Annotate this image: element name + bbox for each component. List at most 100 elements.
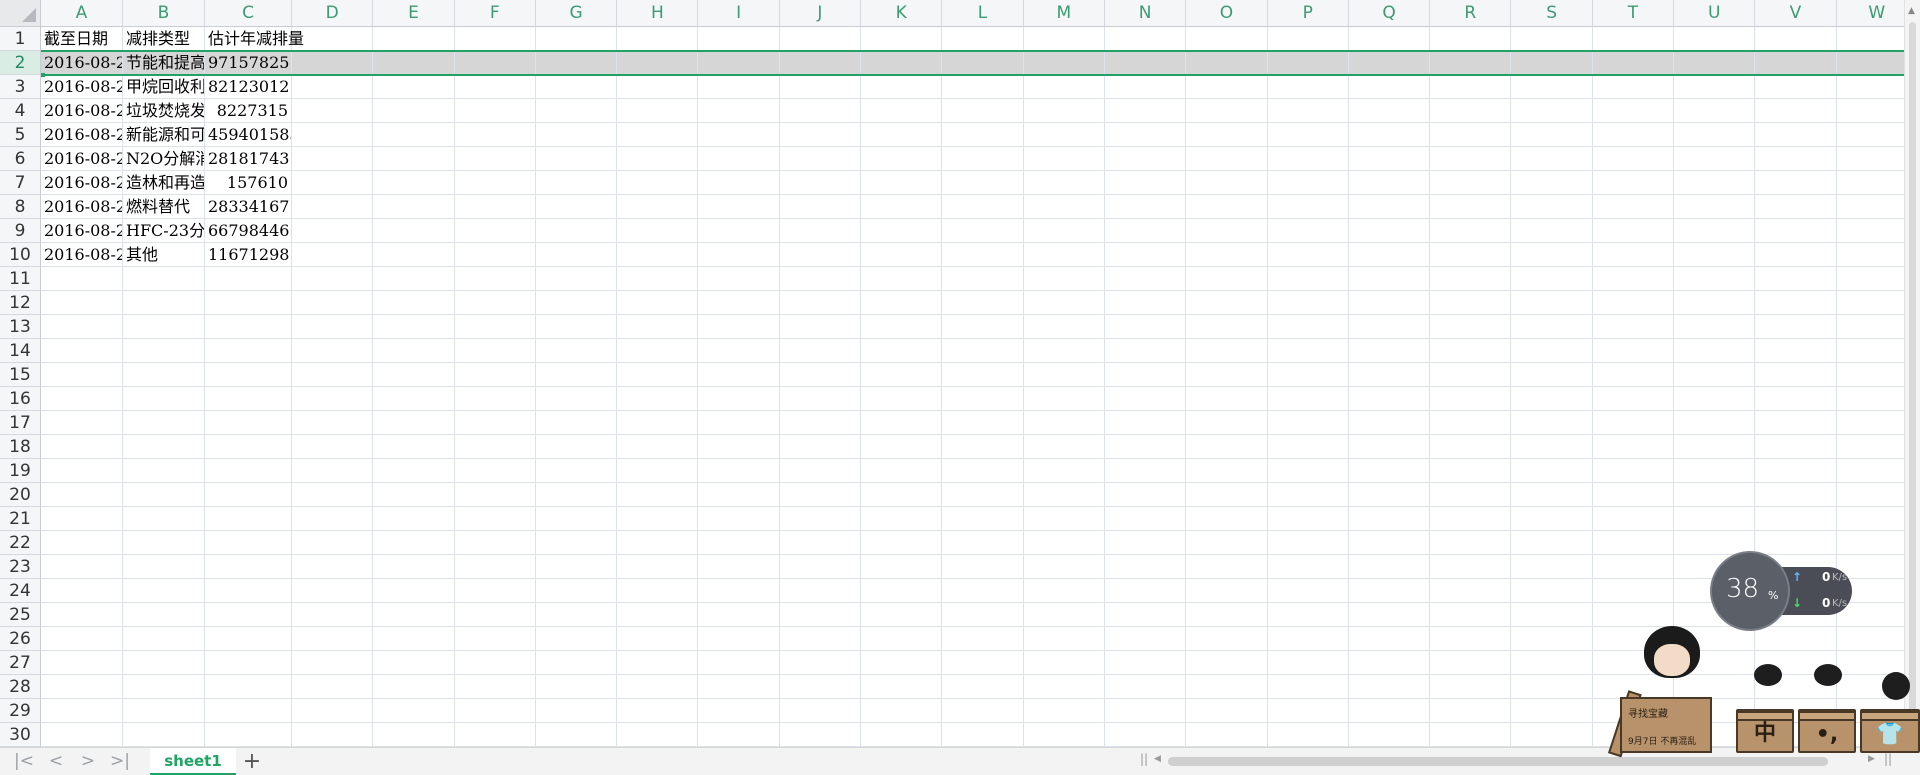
cell-s22[interactable] xyxy=(1511,531,1593,555)
split-handle-right-icon[interactable]: || xyxy=(1884,752,1892,766)
cell-k26[interactable] xyxy=(861,627,943,651)
cell-m12[interactable] xyxy=(1023,291,1105,315)
cell-b10[interactable]: 其他 xyxy=(123,243,205,267)
cell-w22[interactable] xyxy=(1836,531,1904,555)
row-header-1[interactable]: 1 xyxy=(0,27,41,51)
cell-m24[interactable] xyxy=(1023,579,1105,603)
column-header-p[interactable]: P xyxy=(1267,0,1349,27)
cell-n23[interactable] xyxy=(1104,555,1187,579)
cell-w6[interactable] xyxy=(1836,147,1904,171)
cell-p23[interactable] xyxy=(1267,555,1349,579)
cell-a19[interactable] xyxy=(41,459,123,483)
cell-i23[interactable] xyxy=(698,555,780,579)
cell-k1[interactable] xyxy=(861,27,943,51)
cell-e25[interactable] xyxy=(373,603,455,627)
cell-m26[interactable] xyxy=(1023,627,1105,651)
cell-h19[interactable] xyxy=(617,459,699,483)
cell-t16[interactable] xyxy=(1592,387,1675,411)
column-header-t[interactable]: T xyxy=(1592,0,1675,27)
cell-r8[interactable] xyxy=(1430,195,1512,219)
next-sheet-icon[interactable]: > xyxy=(78,751,98,771)
cell-w9[interactable] xyxy=(1836,219,1904,243)
cell-w8[interactable] xyxy=(1836,195,1904,219)
cell-e24[interactable] xyxy=(373,579,455,603)
cell-o18[interactable] xyxy=(1186,435,1268,459)
cell-g23[interactable] xyxy=(535,555,618,579)
cell-o6[interactable] xyxy=(1186,147,1268,171)
cell-g13[interactable] xyxy=(535,315,618,339)
cell-d9[interactable] xyxy=(292,219,374,243)
cell-d19[interactable] xyxy=(292,459,374,483)
cell-u18[interactable] xyxy=(1674,435,1756,459)
row-header-26[interactable]: 26 xyxy=(0,627,41,651)
cell-b17[interactable] xyxy=(123,411,205,435)
cell-h13[interactable] xyxy=(617,315,699,339)
cell-m22[interactable] xyxy=(1023,531,1105,555)
row-header-23[interactable]: 23 xyxy=(0,555,41,579)
cell-a13[interactable] xyxy=(41,315,123,339)
cell-b9[interactable]: HFC-23分解 xyxy=(123,219,205,243)
cell-c17[interactable] xyxy=(205,411,292,435)
cell-j20[interactable] xyxy=(779,483,862,507)
cell-n29[interactable] xyxy=(1104,699,1187,723)
cell-a3[interactable]: 2016-08-2 xyxy=(41,75,123,99)
cell-w7[interactable] xyxy=(1836,171,1904,195)
cell-d25[interactable] xyxy=(292,603,374,627)
cell-q1[interactable] xyxy=(1348,27,1431,51)
cell-q12[interactable] xyxy=(1348,291,1431,315)
cell-b25[interactable] xyxy=(123,603,205,627)
row-header-19[interactable]: 19 xyxy=(0,459,41,483)
cell-c26[interactable] xyxy=(205,627,292,651)
cell-p1[interactable] xyxy=(1267,27,1349,51)
cell-n8[interactable] xyxy=(1104,195,1187,219)
cell-t8[interactable] xyxy=(1592,195,1675,219)
cell-i4[interactable] xyxy=(698,99,780,123)
cell-r20[interactable] xyxy=(1430,483,1512,507)
cell-g3[interactable] xyxy=(535,75,618,99)
cell-n12[interactable] xyxy=(1104,291,1187,315)
cell-l11[interactable] xyxy=(942,267,1024,291)
cell-k16[interactable] xyxy=(861,387,943,411)
select-all-corner[interactable] xyxy=(0,0,41,27)
cell-q15[interactable] xyxy=(1348,363,1431,387)
cell-n20[interactable] xyxy=(1104,483,1187,507)
cell-k15[interactable] xyxy=(861,363,943,387)
cell-c7[interactable]: 157610 xyxy=(205,171,292,195)
cell-p25[interactable] xyxy=(1267,603,1349,627)
column-header-g[interactable]: G xyxy=(535,0,618,27)
cell-i18[interactable] xyxy=(698,435,780,459)
cell-p8[interactable] xyxy=(1267,195,1349,219)
cell-n24[interactable] xyxy=(1104,579,1187,603)
cell-d5[interactable] xyxy=(292,123,374,147)
cell-v13[interactable] xyxy=(1755,315,1837,339)
cell-h6[interactable] xyxy=(617,147,699,171)
cell-l6[interactable] xyxy=(942,147,1024,171)
cell-m7[interactable] xyxy=(1023,171,1105,195)
cell-t10[interactable] xyxy=(1592,243,1675,267)
cell-c6[interactable]: 28181743 xyxy=(205,147,292,171)
cell-e18[interactable] xyxy=(373,435,455,459)
cell-t5[interactable] xyxy=(1592,123,1675,147)
cell-r23[interactable] xyxy=(1430,555,1512,579)
cell-u5[interactable] xyxy=(1674,123,1756,147)
cell-c8[interactable]: 28334167 xyxy=(205,195,292,219)
cell-c19[interactable] xyxy=(205,459,292,483)
cell-p26[interactable] xyxy=(1267,627,1349,651)
cell-m1[interactable] xyxy=(1023,27,1105,51)
cell-o16[interactable] xyxy=(1186,387,1268,411)
cell-s28[interactable] xyxy=(1511,675,1593,699)
cell-m9[interactable] xyxy=(1023,219,1105,243)
cell-r24[interactable] xyxy=(1430,579,1512,603)
cell-r5[interactable] xyxy=(1430,123,1512,147)
cell-v18[interactable] xyxy=(1755,435,1837,459)
cell-g5[interactable] xyxy=(535,123,618,147)
cell-d18[interactable] xyxy=(292,435,374,459)
cell-w15[interactable] xyxy=(1836,363,1904,387)
cell-l25[interactable] xyxy=(942,603,1024,627)
cell-d24[interactable] xyxy=(292,579,374,603)
cell-j11[interactable] xyxy=(779,267,862,291)
cell-o30[interactable] xyxy=(1186,723,1268,747)
cell-r15[interactable] xyxy=(1430,363,1512,387)
cell-r12[interactable] xyxy=(1430,291,1512,315)
cell-q24[interactable] xyxy=(1348,579,1431,603)
